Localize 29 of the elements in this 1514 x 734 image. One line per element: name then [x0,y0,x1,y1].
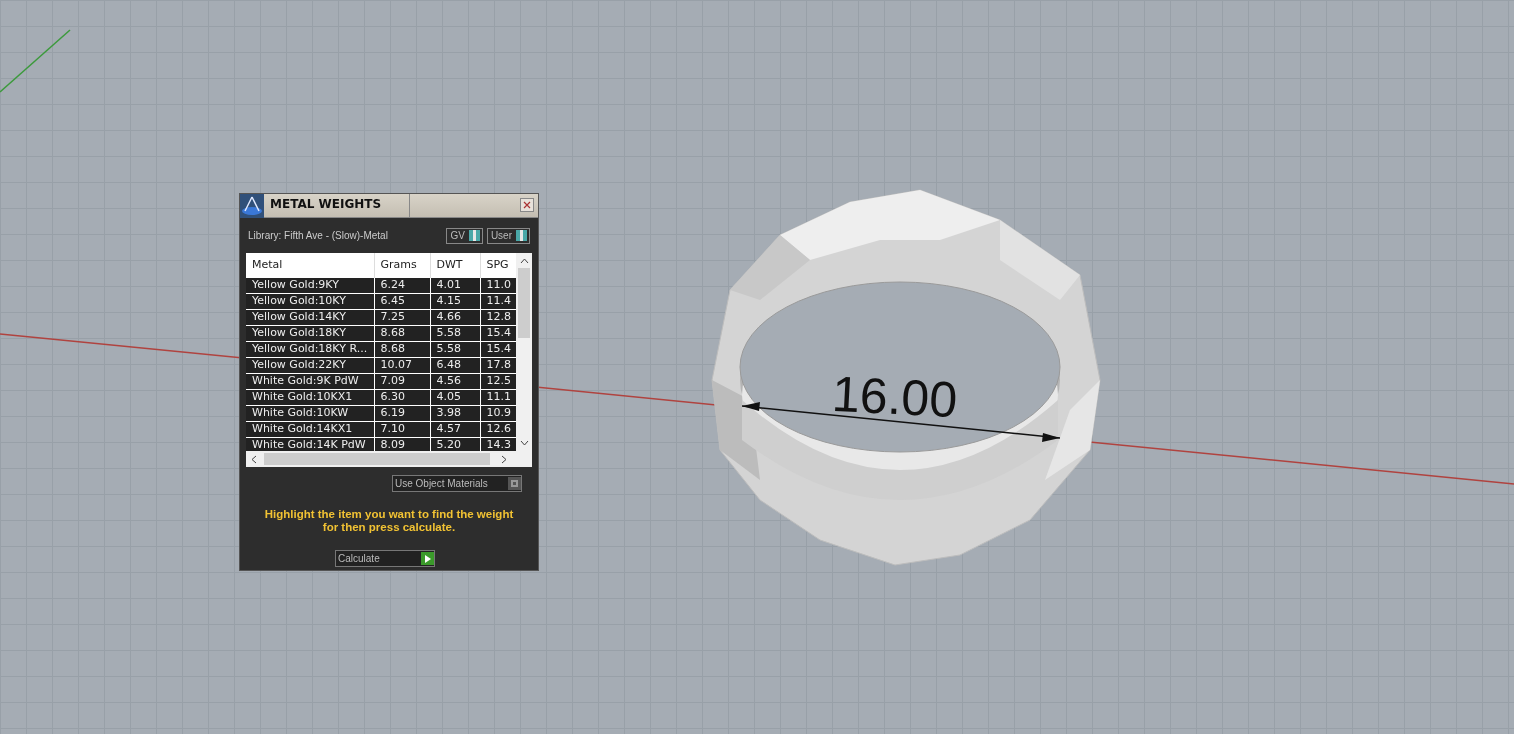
column-header[interactable]: DWT [430,253,480,277]
scroll-right-icon[interactable] [500,454,508,464]
scroll-down-icon[interactable] [519,440,529,447]
toggle-switch[interactable]: User [486,227,530,244]
table-cell: Yellow Gold:9KY [246,277,374,293]
close-button[interactable] [520,198,534,212]
play-icon [421,552,434,565]
library-label: Library: Fifth Ave - (Slow)-Metal [248,229,388,243]
scroll-thumb[interactable] [518,268,531,338]
table-cell: 6.24 [374,277,430,293]
vertical-scrollbar[interactable] [516,253,532,451]
scroll-up-icon[interactable] [519,257,529,264]
scroll-left-icon[interactable] [250,454,258,464]
calculate-button[interactable]: Calculate [335,550,435,567]
toggle-label: GV [450,229,465,243]
close-icon [523,201,531,210]
toggle-label: Use Object Materials [395,477,488,491]
column-header[interactable]: Grams [374,253,430,277]
toggle-button[interactable]: Use Object Materials [392,475,522,492]
toggle-switch[interactable]: GV [446,227,483,244]
app-logo-icon [240,194,264,218]
table-cell: 11.0 [480,277,517,293]
toggle-label: User [490,229,512,243]
instruction-text: Highlight the item you want to find the weight for then press calculate. [263,508,515,534]
horizontal-scrollbar[interactable] [246,451,532,467]
table-cell: 4.01 [430,277,480,293]
dimension-label: 16.00 [830,368,959,426]
scroll-thumb[interactable] [264,453,490,465]
dialog-title: METAL WEIGHTS [264,194,410,218]
